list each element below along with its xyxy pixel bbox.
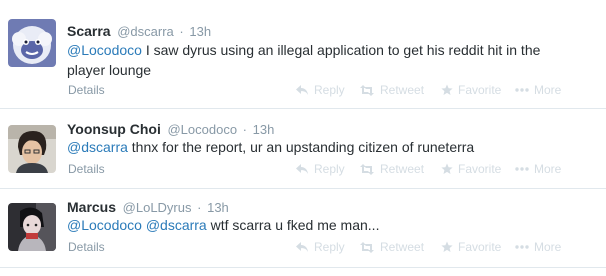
reply-icon [296, 85, 308, 95]
tweet-text: @Locodoco I saw dyrus using an illegal a… [67, 40, 567, 80]
reply-button[interactable]: Reply [295, 162, 345, 176]
tweet-timestamp[interactable]: 13h [253, 122, 275, 137]
separator-dot: · [197, 200, 202, 215]
tweet-header: Yoonsup Choi @Locodoco · 13h [67, 121, 274, 137]
more-button[interactable]: More [515, 83, 561, 97]
mention-link[interactable]: @Locodoco [67, 217, 142, 233]
retweet-icon [360, 163, 374, 175]
favorite-button[interactable]: Favorite [441, 240, 501, 254]
tweet-footer: Details Reply Retweet Favorite More [67, 162, 606, 178]
author-username[interactable]: @Locodoco [167, 122, 237, 137]
reply-label: Reply [314, 83, 345, 97]
author-name[interactable]: Scarra [67, 23, 111, 39]
more-label: More [534, 83, 562, 97]
details-link[interactable]: Details [68, 162, 105, 176]
retweet-button[interactable]: Retweet [359, 83, 424, 97]
author-name[interactable]: Marcus [67, 199, 116, 215]
tweet-header: Scarra @dscarra · 13h [67, 23, 211, 39]
favorite-label: Favorite [458, 240, 502, 254]
retweet-icon [360, 84, 374, 96]
avatar[interactable] [8, 19, 56, 67]
retweet-button[interactable]: Retweet [359, 240, 424, 254]
tweet-item[interactable]: Marcus @LoLDyrus · 13h @Locodoco @dscarr… [0, 189, 606, 268]
reply-label: Reply [314, 162, 345, 176]
reply-button[interactable]: Reply [295, 83, 345, 97]
favorite-button[interactable]: Favorite [441, 162, 501, 176]
reply-icon [296, 242, 308, 252]
retweet-button[interactable]: Retweet [359, 162, 424, 176]
more-dots-icon [515, 167, 529, 171]
tweet-timestamp[interactable]: 13h [207, 200, 229, 215]
avatar-photo-icon [8, 125, 56, 173]
tweet-text: @dscarra thnx for the report, ur an upst… [67, 137, 567, 157]
mention-link[interactable]: @Locodoco [67, 42, 142, 58]
more-label: More [534, 162, 562, 176]
avatar-illustration-icon [8, 203, 56, 251]
more-dots-icon [515, 88, 529, 92]
avatar[interactable] [8, 203, 56, 251]
tweet-header: Marcus @LoLDyrus · 13h [67, 199, 229, 215]
star-icon [441, 241, 453, 252]
retweet-label: Retweet [380, 83, 425, 97]
more-dots-icon [515, 245, 529, 249]
favorite-label: Favorite [458, 83, 502, 97]
reply-icon [296, 164, 308, 174]
avatar[interactable] [8, 125, 56, 173]
retweet-icon [360, 241, 374, 253]
tweet-item[interactable]: Scarra @dscarra · 13h @Locodoco I saw dy… [0, 0, 606, 109]
tweet-footer: Details Reply Retweet Favorite More [67, 83, 606, 99]
details-link[interactable]: Details [68, 240, 105, 254]
more-button[interactable]: More [515, 162, 561, 176]
mention-link[interactable]: @dscarra [67, 139, 128, 155]
author-name[interactable]: Yoonsup Choi [67, 121, 161, 137]
favorite-label: Favorite [458, 162, 502, 176]
tweet-item[interactable]: Yoonsup Choi @Locodoco · 13h @dscarra th… [0, 109, 606, 189]
avatar-yeti-icon [8, 19, 56, 67]
author-username[interactable]: @dscarra [117, 24, 174, 39]
separator-dot: · [242, 122, 248, 137]
separator-dot: · [179, 24, 184, 39]
tweet-body: wtf scarra u fked me man... [206, 217, 380, 233]
favorite-button[interactable]: Favorite [441, 83, 501, 97]
reply-label: Reply [314, 240, 345, 254]
more-label: More [534, 240, 562, 254]
tweet-text: @Locodoco @dscarra wtf scarra u fked me … [67, 215, 567, 235]
tweet-timestamp[interactable]: 13h [189, 24, 211, 39]
tweet-item-partial [0, 268, 606, 276]
retweet-label: Retweet [380, 240, 425, 254]
more-button[interactable]: More [515, 240, 561, 254]
reply-button[interactable]: Reply [295, 240, 345, 254]
retweet-label: Retweet [380, 162, 425, 176]
tweet-timeline: Scarra @dscarra · 13h @Locodoco I saw dy… [0, 0, 606, 276]
tweet-body: thnx for the report, ur an upstanding ci… [127, 139, 475, 155]
star-icon [441, 84, 453, 95]
tweet-footer: Details Reply Retweet Favorite More [67, 240, 606, 256]
author-username[interactable]: @LoLDyrus [123, 200, 192, 215]
star-icon [441, 163, 453, 174]
details-link[interactable]: Details [68, 83, 105, 97]
mention-link[interactable]: @dscarra [146, 217, 207, 233]
